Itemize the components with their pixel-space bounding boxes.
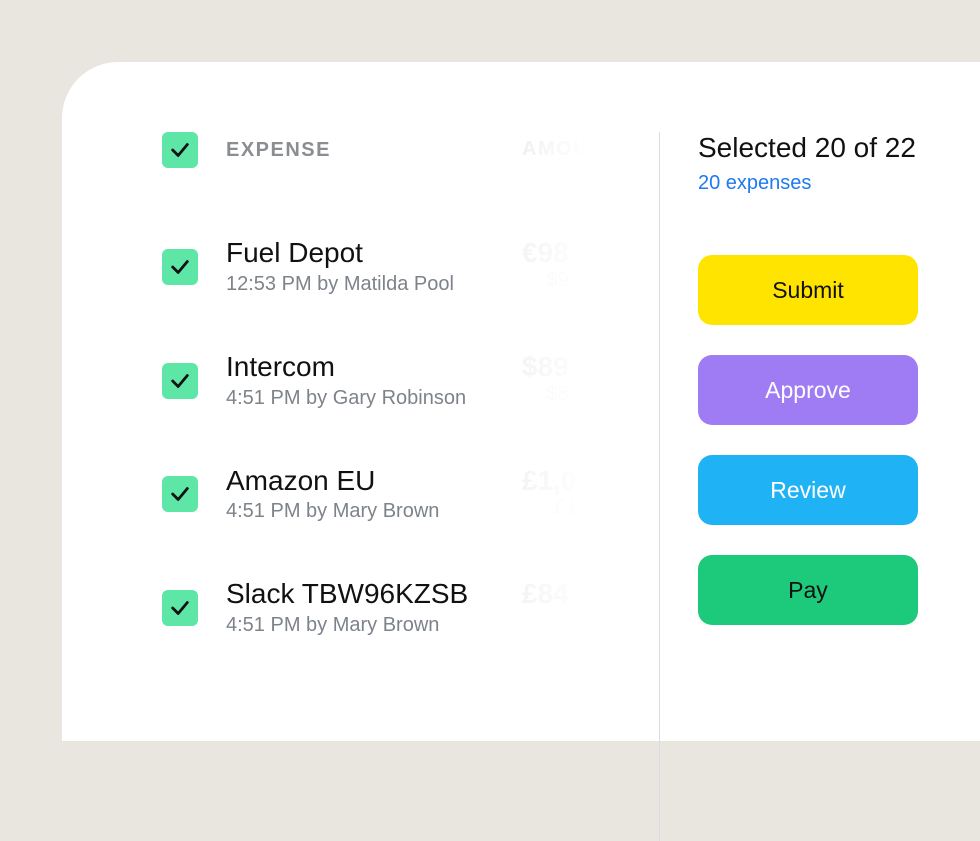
row-content: Intercom 4:51 PM by Gary Robinson [226,352,466,410]
row-amounts: €98 $9 [522,238,569,292]
expense-meta: 4:51 PM by Mary Brown [226,614,468,637]
row-amounts: £84 [522,579,569,610]
action-buttons: Submit Approve Review Pay [698,255,980,625]
row-content: Fuel Depot 12:53 PM by Matilda Pool [226,238,454,296]
expense-meta: 12:53 PM by Matilda Pool [226,273,454,296]
expense-meta: 4:51 PM by Gary Robinson [226,387,466,410]
table-header: EXPENSE AMOUNT [162,132,619,168]
expense-title: Amazon EU [226,466,439,497]
approve-button[interactable]: Approve [698,355,918,425]
row-content: Amazon EU 4:51 PM by Mary Brown [226,466,439,524]
expense-title: Intercom [226,352,466,383]
table-row[interactable]: Fuel Depot 12:53 PM by Matilda Pool €98 … [162,238,619,296]
amount-main: £1,0 [522,466,577,497]
review-button[interactable]: Review [698,455,918,525]
check-icon [169,256,191,278]
check-icon [169,483,191,505]
check-icon [169,597,191,619]
amount-sub: $8 [522,383,569,406]
pay-button[interactable]: Pay [698,555,918,625]
amount-sub: £1 [522,496,577,519]
row-amounts: $89 $8 [522,352,569,406]
table-row[interactable]: Intercom 4:51 PM by Gary Robinson $89 $8 [162,352,619,410]
expense-title: Fuel Depot [226,238,454,269]
check-icon [169,139,191,161]
column-header-amount: AMOUNT [522,138,619,161]
row-content: Slack TBW96KZSB 4:51 PM by Mary Brown [226,579,468,637]
amount-main: $89 [522,352,569,383]
select-all-checkbox[interactable] [162,132,198,168]
amount-main: €98 [522,238,569,269]
expense-list-pane: EXPENSE AMOUNT Fuel Depot 12:53 PM by Ma… [162,132,659,741]
row-checkbox[interactable] [162,590,198,626]
table-row[interactable]: Slack TBW96KZSB 4:51 PM by Mary Brown £8… [162,579,619,637]
row-checkbox[interactable] [162,249,198,285]
check-icon [169,370,191,392]
expense-rows: Fuel Depot 12:53 PM by Matilda Pool €98 … [162,238,619,637]
expense-title: Slack TBW96KZSB [226,579,468,610]
selection-panel: Selected 20 of 22 20 expenses Submit App… [660,132,980,741]
expense-meta: 4:51 PM by Mary Brown [226,500,439,523]
submit-button[interactable]: Submit [698,255,918,325]
row-checkbox[interactable] [162,476,198,512]
column-header-expense: EXPENSE [226,139,331,162]
amount-sub: $9 [522,269,569,292]
selection-subtitle[interactable]: 20 expenses [698,172,980,195]
expense-card: EXPENSE AMOUNT Fuel Depot 12:53 PM by Ma… [62,62,980,741]
row-checkbox[interactable] [162,363,198,399]
selection-title: Selected 20 of 22 [698,132,980,164]
amount-main: £84 [522,579,569,610]
table-row[interactable]: Amazon EU 4:51 PM by Mary Brown £1,0 £1 [162,466,619,524]
row-amounts: £1,0 £1 [522,466,577,520]
